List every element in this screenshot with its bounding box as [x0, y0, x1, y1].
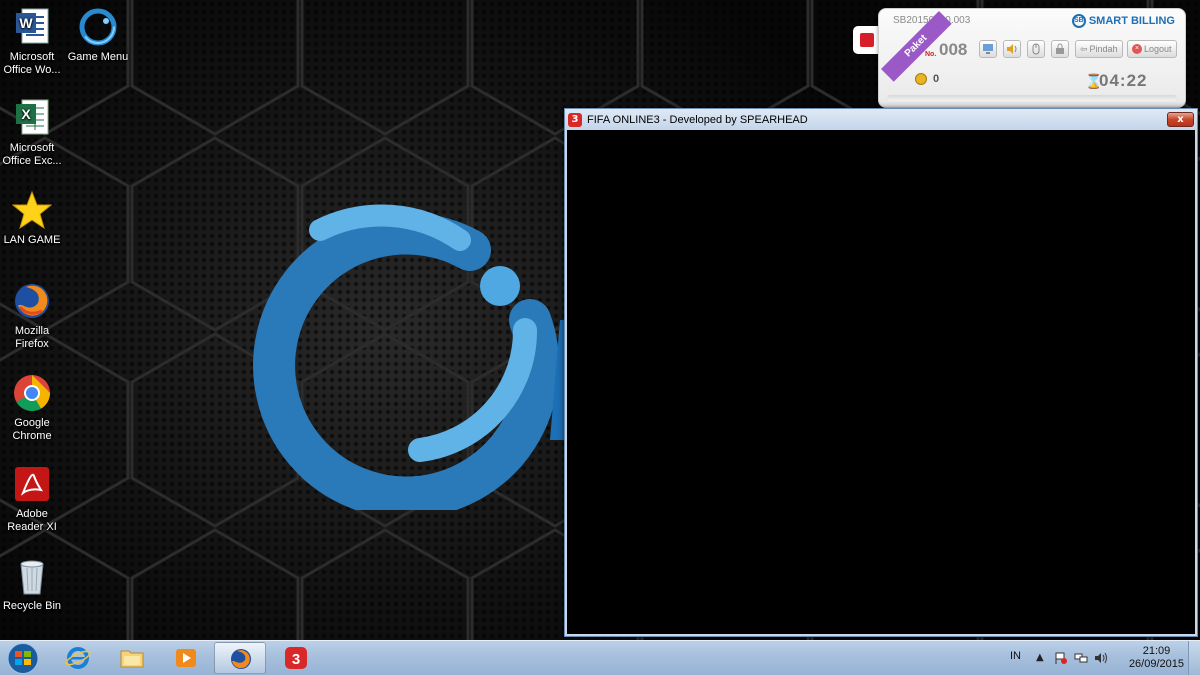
lock-icon — [1056, 43, 1064, 54]
credit-value: 0 — [933, 73, 940, 85]
show-hidden-icons-icon[interactable]: ▲ — [1036, 652, 1044, 663]
desktop-icon-recycle-bin[interactable]: Recycle Bin — [0, 556, 64, 613]
desktop-icon-label: Microsoft Office Exc... — [2, 142, 62, 167]
window-title: FIFA ONLINE3 - Developed by SPEARHEAD — [587, 113, 808, 126]
arrow-left-icon: ⇦ — [1080, 44, 1088, 54]
desktop-icon-label: Recycle Bin — [2, 600, 62, 612]
taskbar-clock[interactable]: 21:09 26/09/2015 — [1129, 645, 1184, 671]
mouse-icon — [1032, 43, 1040, 55]
firefox-icon — [15, 284, 49, 318]
taskbar-internet-explorer[interactable] — [52, 642, 104, 674]
desktop-icon-chrome[interactable]: Google Chrome — [0, 373, 64, 443]
desktop-icon-lan-game[interactable]: LAN GAME — [0, 190, 64, 247]
media-player-icon — [176, 649, 196, 667]
chrome-icon — [14, 375, 51, 412]
desktop-icon-label: Microsoft Office Wo... — [3, 51, 61, 76]
desktop-icon-label: LAN GAME — [3, 234, 61, 246]
logout-button[interactable]: × Logout — [1127, 40, 1177, 58]
volume-button[interactable] — [1003, 40, 1021, 58]
record-icon — [860, 33, 874, 47]
logout-icon: × — [1132, 44, 1142, 54]
desktop-icon-label: Game Menu — [67, 51, 129, 63]
desktop-icon-label: Mozilla Firefox — [14, 325, 50, 350]
desktop-icon-game-menu[interactable]: Game Menu — [66, 7, 130, 64]
pindah-label: Pindah — [1089, 44, 1118, 54]
windows-logo-icon — [15, 651, 22, 657]
game-menu-icon — [79, 8, 117, 46]
fifa-3-icon: 3 — [568, 112, 582, 127]
internet-explorer-icon — [65, 647, 91, 669]
logout-label: Logout — [1144, 44, 1172, 54]
desktop-icon-adobe-reader[interactable]: Adobe Reader XI — [0, 464, 64, 534]
clock-time: 21:09 — [1142, 645, 1171, 657]
show-desktop-button[interactable] — [1188, 641, 1200, 675]
desktop-icon-excel[interactable]: X Microsoft Office Exc... — [0, 98, 64, 168]
pindah-button[interactable]: ⇦ Pindah — [1075, 40, 1123, 58]
billing-bottom-bar — [887, 95, 1177, 101]
mouse-button[interactable] — [1027, 40, 1045, 58]
firefox-icon — [231, 649, 251, 669]
desktop-icon-label: Adobe Reader XI — [7, 508, 57, 533]
recycle-bin-icon — [20, 560, 44, 595]
taskbar-file-explorer[interactable] — [106, 642, 158, 674]
wallpaper-brand-logo — [253, 204, 575, 510]
star-icon — [12, 190, 52, 230]
taskbar: 3 IN ▲ 21:09 26/09/2015 — [0, 640, 1200, 675]
monitor-button[interactable] — [979, 40, 997, 58]
game-client-area[interactable] — [567, 130, 1195, 634]
monitor-icon — [983, 44, 993, 54]
clock-date: 26/09/2015 — [1128, 658, 1184, 670]
billing-collapse-tab[interactable] — [853, 26, 881, 54]
desktop-icon-firefox[interactable]: Mozilla Firefox — [0, 281, 64, 351]
desktop-icon-label: Google Chrome — [12, 417, 52, 442]
taskbar-media-player[interactable] — [160, 642, 212, 674]
taskbar-fifa-online-3[interactable]: 3 — [270, 642, 322, 674]
window-titlebar[interactable]: 3 FIFA ONLINE3 - Developed by SPEARHEAD … — [565, 109, 1197, 130]
billing-brand: SB SMART BILLING — [1071, 14, 1175, 28]
close-button[interactable]: x — [1167, 112, 1194, 127]
svg-text:X: X — [21, 106, 31, 122]
smart-billing-widget: SB20150910.003 SB SMART BILLING Paket No… — [878, 8, 1186, 108]
remaining-time: 04:22 — [1099, 71, 1148, 90]
start-button[interactable] — [3, 642, 43, 675]
speaker-icon — [1007, 44, 1017, 54]
action-center-flag-icon[interactable] — [1054, 651, 1068, 665]
number-label: No. — [925, 51, 937, 58]
billing-brand-label: SMART BILLING — [1088, 15, 1175, 27]
pc-number: 008 — [939, 40, 968, 59]
svg-text:W: W — [19, 15, 33, 31]
system-tray: IN ▲ 21:09 26/09/2015 — [1000, 641, 1200, 675]
svg-text:3: 3 — [292, 651, 300, 668]
taskbar-firefox[interactable] — [214, 642, 266, 674]
network-icon[interactable] — [1074, 651, 1088, 665]
excel-icon: X — [16, 99, 49, 135]
fifa-online-window[interactable]: 3 FIFA ONLINE3 - Developed by SPEARHEAD … — [564, 108, 1198, 637]
volume-icon[interactable] — [1094, 651, 1108, 665]
desktop-icon-word[interactable]: W Microsoft Office Wo... — [0, 7, 64, 77]
coin-icon — [915, 73, 927, 85]
adobe-reader-icon — [15, 467, 49, 501]
smart-billing-logo-icon: SB — [1071, 14, 1086, 28]
word-icon: W — [16, 8, 49, 44]
language-indicator[interactable]: IN — [1010, 650, 1021, 662]
fifa-online-3-icon: 3 — [285, 647, 307, 669]
explorer-folder-icon — [120, 650, 144, 668]
lock-button[interactable] — [1051, 40, 1069, 58]
